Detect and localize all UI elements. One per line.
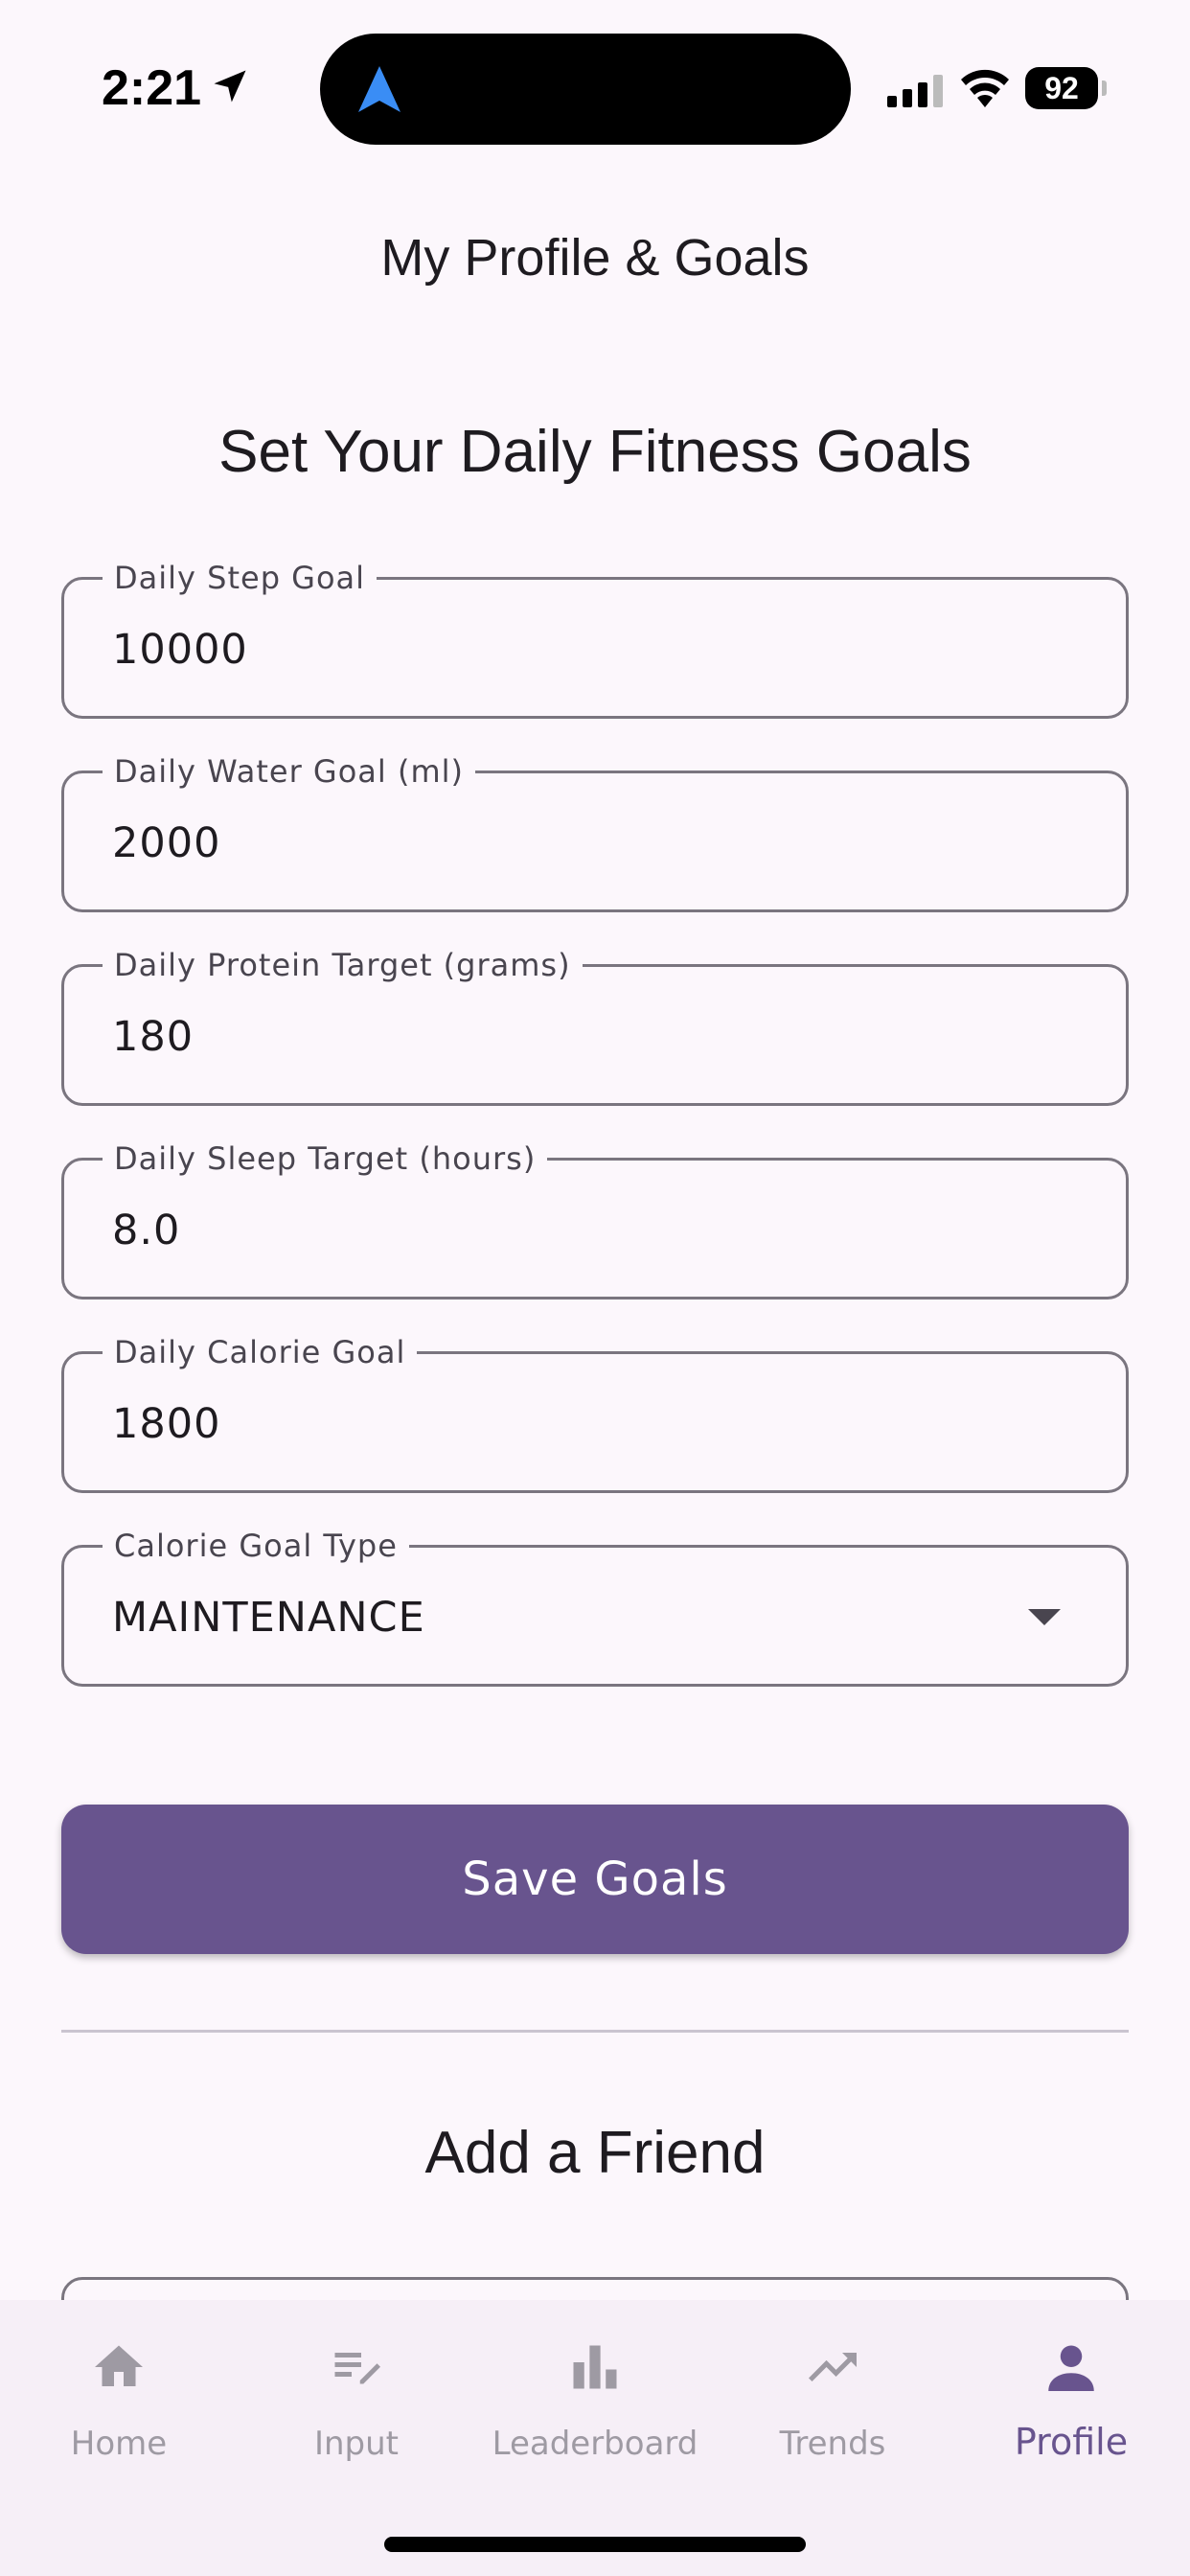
add-friend-title: Add a Friend xyxy=(424,2120,766,2186)
save-goals-button[interactable]: Save Goals xyxy=(61,1805,1129,1954)
home-icon xyxy=(95,2345,143,2386)
bottom-navigation: Home Input Leaderboard Trends Profile xyxy=(0,2300,1190,2576)
person-icon xyxy=(1048,2345,1094,2391)
field-label: Daily Protein Target (grams) xyxy=(103,946,583,984)
battery-nub xyxy=(1102,80,1107,96)
location-arrow-icon xyxy=(214,70,246,103)
cellular-signal-icon xyxy=(887,75,943,107)
field-value: 10000 xyxy=(112,626,248,674)
wifi-icon xyxy=(961,69,1009,107)
calorie-goal-field[interactable]: Daily Calorie Goal 1800 xyxy=(61,1333,1129,1493)
field-value: 1800 xyxy=(112,1400,221,1448)
field-label: Daily Calorie Goal xyxy=(103,1333,418,1371)
trending-up-icon xyxy=(809,2353,857,2381)
protein-target-field[interactable]: Daily Protein Target (grams) 180 xyxy=(61,946,1129,1106)
nav-label: Input xyxy=(313,2425,400,2463)
dropdown-selected-value: MAINTENANCE xyxy=(112,1594,425,1642)
page-title: My Profile & Goals xyxy=(380,229,810,287)
goals-section-title: Set Your Daily Fitness Goals xyxy=(218,419,972,485)
nav-label: Trends xyxy=(779,2425,886,2463)
status-time: 2:21 xyxy=(102,60,202,116)
section-divider xyxy=(61,2030,1129,2033)
field-value: 180 xyxy=(112,1013,195,1061)
nav-label: Profile xyxy=(1014,2421,1129,2463)
sleep-target-field[interactable]: Daily Sleep Target (hours) 8.0 xyxy=(61,1139,1129,1300)
nav-label: Home xyxy=(70,2425,168,2463)
field-label: Calorie Goal Type xyxy=(103,1527,409,1565)
nav-item-home[interactable]: Home xyxy=(0,2329,238,2472)
calorie-goal-type-dropdown[interactable]: Calorie Goal Type MAINTENANCE xyxy=(61,1527,1129,1687)
dropdown-arrow-icon[interactable] xyxy=(1028,1609,1061,1625)
dynamic-island xyxy=(320,34,851,145)
edit-list-icon xyxy=(334,2353,380,2384)
water-goal-field[interactable]: Daily Water Goal (ml) 2000 xyxy=(61,752,1129,912)
field-value: 8.0 xyxy=(112,1207,181,1254)
nav-item-profile[interactable]: Profile xyxy=(952,2329,1190,2472)
navigation-arrow-icon xyxy=(358,66,400,112)
field-label: Daily Water Goal (ml) xyxy=(103,752,475,791)
battery-level: 92 xyxy=(1025,67,1098,109)
status-bar: 2:21 92 xyxy=(0,0,1190,172)
field-label: Daily Sleep Target (hours) xyxy=(103,1139,548,1178)
field-value: 2000 xyxy=(112,819,221,867)
home-indicator[interactable] xyxy=(384,2537,806,2552)
bar-chart-icon xyxy=(573,2345,617,2389)
step-goal-field[interactable]: Daily Step Goal 10000 xyxy=(61,559,1129,719)
nav-item-leaderboard[interactable]: Leaderboard xyxy=(476,2329,714,2472)
nav-item-trends[interactable]: Trends xyxy=(714,2329,951,2472)
nav-label: Leaderboard xyxy=(492,2425,698,2463)
nav-item-input[interactable]: Input xyxy=(238,2329,475,2472)
battery-indicator: 92 xyxy=(1025,67,1107,109)
field-label: Daily Step Goal xyxy=(103,559,378,597)
